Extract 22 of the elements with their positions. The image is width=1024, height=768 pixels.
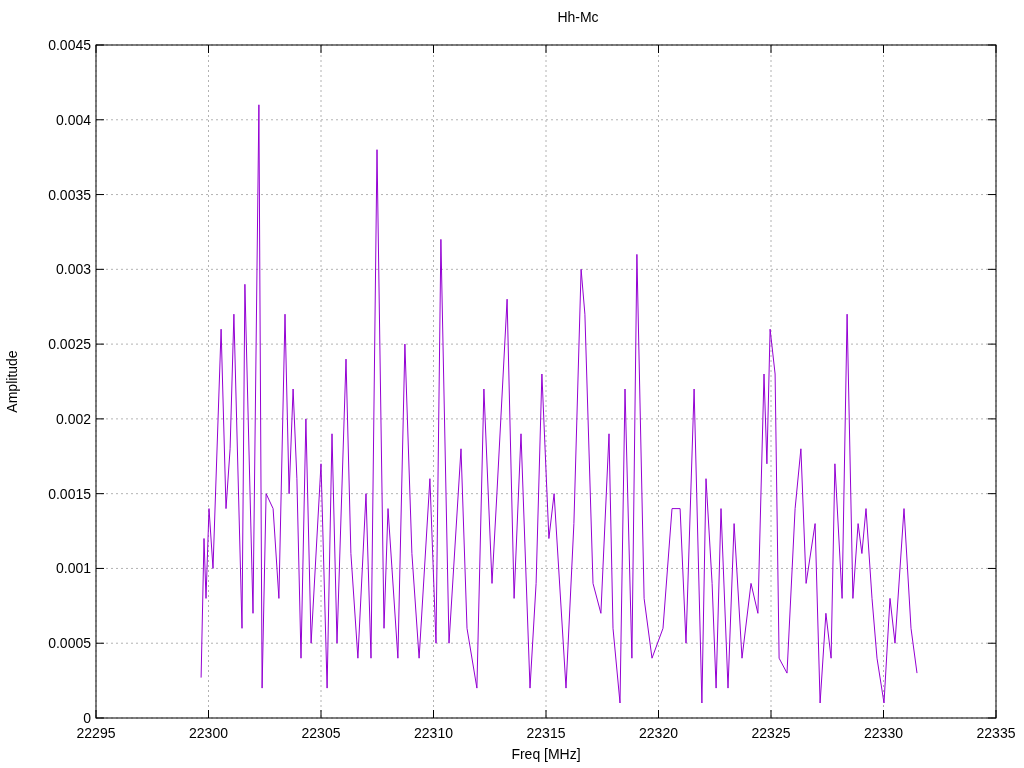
tick-label: 0.0015 bbox=[48, 485, 91, 502]
tick-label: 22320 bbox=[639, 725, 678, 741]
tick-label: 0.0025 bbox=[48, 336, 91, 353]
axis-label: Amplitude bbox=[4, 350, 20, 413]
tick-label: 22305 bbox=[301, 725, 341, 741]
axis-label: Freq [MHz] bbox=[511, 746, 581, 762]
tick-label: 0.0035 bbox=[48, 186, 91, 203]
tick-label: 22325 bbox=[751, 725, 791, 741]
tick-label: 0.0045 bbox=[48, 37, 91, 53]
tick-label: 0.001 bbox=[55, 560, 91, 577]
tick-label: 22335 bbox=[976, 725, 1016, 741]
chart-title: Hh-Mc bbox=[557, 9, 599, 25]
tick-label: 0.003 bbox=[55, 261, 91, 278]
tick-label: 22315 bbox=[526, 725, 566, 741]
tick-label: 0.0005 bbox=[48, 635, 91, 652]
tick-label: 0 bbox=[83, 710, 91, 726]
tick-label: 22330 bbox=[864, 725, 903, 741]
tick-label: 22310 bbox=[414, 725, 453, 741]
tick-label: 22295 bbox=[76, 725, 116, 741]
tick-label: 0.004 bbox=[55, 111, 91, 128]
tick-label: 0.002 bbox=[55, 410, 91, 427]
tick-label: 22300 bbox=[189, 725, 228, 741]
